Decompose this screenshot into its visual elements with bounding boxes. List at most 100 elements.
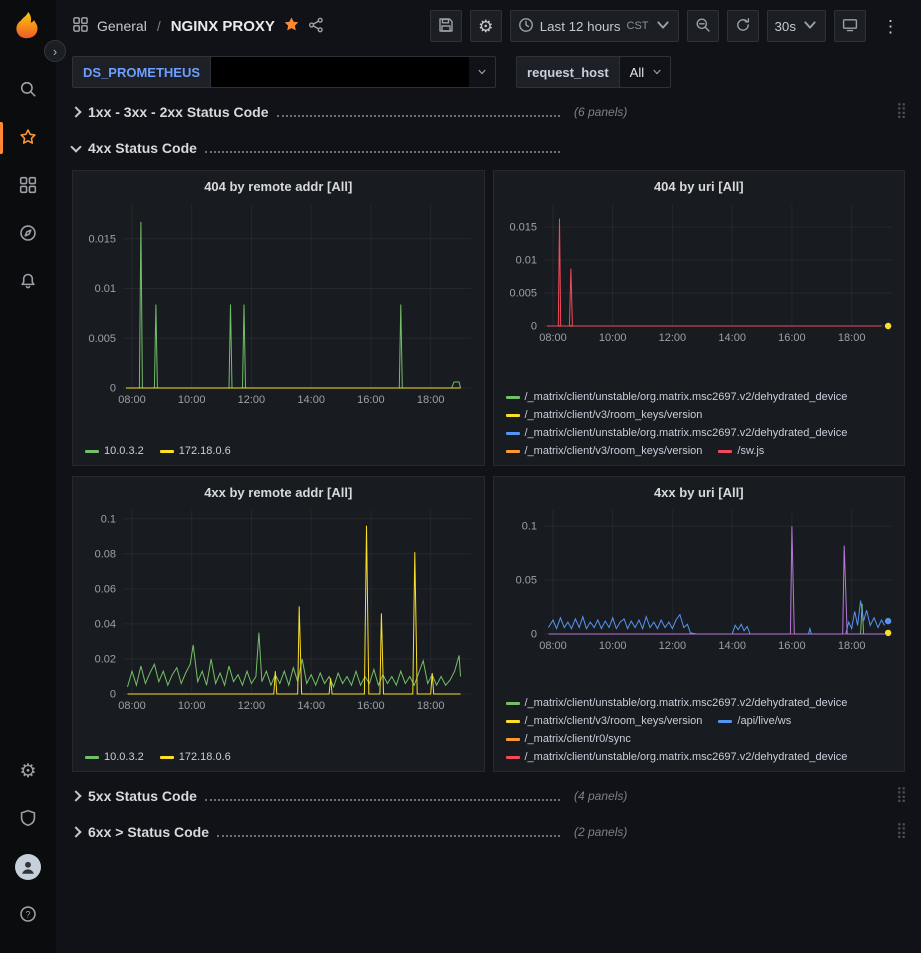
- legend-swatch-icon: [506, 396, 520, 399]
- zoom-out-button[interactable]: [687, 10, 719, 42]
- chevron-down-icon: [655, 17, 671, 36]
- legend-label: /sw.js: [737, 443, 764, 460]
- breadcrumb-folder[interactable]: General: [97, 18, 147, 34]
- grafana-logo-icon[interactable]: [13, 10, 43, 40]
- legend-item[interactable]: /_matrix/client/r0/sync: [506, 731, 631, 748]
- legend-label: /_matrix/client/v3/room_keys/version: [525, 407, 703, 424]
- legend-item[interactable]: /_matrix/client/v3/room_keys/version: [506, 443, 703, 460]
- time-series-chart[interactable]: 08:0010:0012:0014:0016:0018:0000.020.040…: [77, 502, 480, 714]
- sidebar-item-starred[interactable]: [0, 114, 56, 162]
- request-host-variable-select[interactable]: All: [619, 56, 671, 88]
- chevron-right-icon: [70, 826, 81, 837]
- left-sidebar: › ⚙: [0, 0, 56, 953]
- gear-icon: ⚙: [478, 18, 493, 35]
- row-header-4xx[interactable]: 4xx Status Code: [72, 134, 905, 162]
- save-dashboard-button[interactable]: [430, 10, 462, 42]
- svg-text:12:00: 12:00: [238, 394, 266, 406]
- dashboards-grid-icon: [19, 176, 37, 197]
- time-range-picker[interactable]: Last 12 hours CST: [510, 10, 679, 42]
- refresh-icon: [735, 17, 751, 36]
- row-header-6xx[interactable]: 6xx > Status Code (2 panels) ⣿: [72, 818, 905, 846]
- row-drag-handle[interactable]: ⣿: [896, 821, 905, 839]
- panel-title[interactable]: 4xx by remote addr [All]: [77, 479, 480, 502]
- legend-item[interactable]: 10.0.3.2: [85, 443, 144, 460]
- legend-swatch-icon: [506, 720, 520, 723]
- svg-text:18:00: 18:00: [837, 640, 865, 652]
- sidebar-expand-button[interactable]: ›: [44, 40, 66, 62]
- legend-item[interactable]: 10.0.3.2: [85, 749, 144, 766]
- zoom-out-icon: [695, 17, 711, 36]
- svg-text:0.06: 0.06: [95, 583, 116, 595]
- legend-item[interactable]: /_matrix/client/v3/room_keys/version: [506, 407, 703, 424]
- panel-4xx-by-uri: 4xx by uri [All] 08:0010:0012:0014:0016:…: [493, 476, 906, 772]
- svg-text:14:00: 14:00: [718, 332, 746, 344]
- sidebar-item-dashboards[interactable]: [0, 162, 56, 210]
- svg-text:0.1: 0.1: [521, 521, 536, 533]
- legend-item[interactable]: /_matrix/client/unstable/org.matrix.msc2…: [506, 749, 848, 766]
- svg-text:0.05: 0.05: [515, 575, 536, 587]
- refresh-interval-dropdown[interactable]: 30s: [767, 10, 827, 42]
- dashboard-settings-button[interactable]: ⚙: [470, 10, 502, 42]
- legend-swatch-icon: [506, 414, 520, 417]
- datasource-variable-label[interactable]: DS_PROMETHEUS: [72, 56, 210, 88]
- chevron-down-icon: [802, 17, 818, 36]
- timezone-badge: CST: [627, 20, 649, 32]
- sidebar-item-server-admin[interactable]: [0, 795, 56, 843]
- panel-404-by-remote-addr: 404 by remote addr [All] 08:0010:0012:00…: [72, 170, 485, 466]
- legend-item[interactable]: /sw.js: [718, 443, 764, 460]
- panel-title[interactable]: 404 by uri [All]: [498, 173, 901, 196]
- row-drag-handle[interactable]: ⣿: [896, 101, 905, 119]
- svg-text:12:00: 12:00: [658, 640, 686, 652]
- sidebar-item-search[interactable]: [0, 66, 56, 114]
- panel-title[interactable]: 404 by remote addr [All]: [77, 173, 480, 196]
- datasource-variable-select[interactable]: [210, 56, 496, 88]
- compass-icon: [19, 224, 37, 245]
- svg-text:16:00: 16:00: [357, 394, 385, 406]
- time-series-chart[interactable]: 08:0010:0012:0014:0016:0018:0000.0050.01…: [77, 196, 480, 408]
- svg-text:16:00: 16:00: [778, 640, 806, 652]
- panel-title[interactable]: 4xx by uri [All]: [498, 479, 901, 502]
- legend-item[interactable]: 172.18.0.6: [160, 443, 231, 460]
- sidebar-item-explore[interactable]: [0, 210, 56, 258]
- svg-text:0.04: 0.04: [95, 618, 116, 630]
- svg-text:0: 0: [530, 321, 536, 333]
- legend-label: /_matrix/client/unstable/org.matrix.msc2…: [525, 695, 848, 712]
- apps-grid-icon[interactable]: [72, 16, 89, 36]
- kebab-menu-button[interactable]: ⋮: [874, 10, 907, 42]
- time-series-chart[interactable]: 08:0010:0012:0014:0016:0018:0000.050.1: [498, 502, 901, 654]
- legend-item[interactable]: 172.18.0.6: [160, 749, 231, 766]
- share-icon[interactable]: [308, 17, 324, 36]
- chevron-down-icon: [469, 67, 495, 77]
- legend-swatch-icon: [718, 450, 732, 453]
- panel-404-by-uri: 404 by uri [All] 08:0010:0012:0014:0016:…: [493, 170, 906, 466]
- legend-item[interactable]: /_matrix/client/unstable/org.matrix.msc2…: [506, 695, 848, 712]
- time-series-chart[interactable]: 08:0010:0012:0014:0016:0018:0000.0050.01…: [498, 196, 901, 346]
- sidebar-item-configuration[interactable]: ⚙: [0, 747, 56, 795]
- favorite-star-icon[interactable]: [283, 16, 300, 36]
- row-drag-handle[interactable]: ⣿: [896, 785, 905, 803]
- row-header-1xx-3xx-2xx[interactable]: 1xx - 3xx - 2xx Status Code (6 panels) ⣿: [72, 98, 905, 126]
- sidebar-item-alerting[interactable]: [0, 258, 56, 306]
- sidebar-item-help[interactable]: ?: [0, 891, 56, 939]
- monitor-icon: [842, 17, 858, 36]
- datasource-variable-value: [211, 57, 469, 87]
- legend-swatch-icon: [506, 738, 520, 741]
- row-header-5xx[interactable]: 5xx Status Code (4 panels) ⣿: [72, 782, 905, 810]
- legend-item[interactable]: /_matrix/client/unstable/org.matrix.msc2…: [506, 389, 848, 406]
- legend-item[interactable]: /_matrix/client/v3/room_keys/version: [506, 713, 703, 730]
- refresh-interval-label: 30s: [775, 19, 797, 34]
- dashboard-title[interactable]: NGINX PROXY: [171, 18, 275, 35]
- tv-mode-button[interactable]: [834, 10, 866, 42]
- request-host-variable-value: All: [630, 65, 644, 80]
- legend-item[interactable]: /_matrix/client/unstable/org.matrix.msc2…: [506, 425, 848, 442]
- panel-4xx-by-remote-addr: 4xx by remote addr [All] 08:0010:0012:00…: [72, 476, 485, 772]
- legend-item[interactable]: /api/live/ws: [718, 713, 791, 730]
- svg-text:16:00: 16:00: [357, 700, 385, 712]
- sidebar-bottom-group: ⚙ ?: [0, 747, 56, 939]
- refresh-button[interactable]: [727, 10, 759, 42]
- panel-legend: 10.0.3.2 172.18.0.6: [77, 747, 480, 767]
- svg-text:08:00: 08:00: [539, 640, 567, 652]
- legend-swatch-icon: [506, 702, 520, 705]
- gear-icon: ⚙: [19, 762, 36, 781]
- sidebar-item-profile[interactable]: [0, 843, 56, 891]
